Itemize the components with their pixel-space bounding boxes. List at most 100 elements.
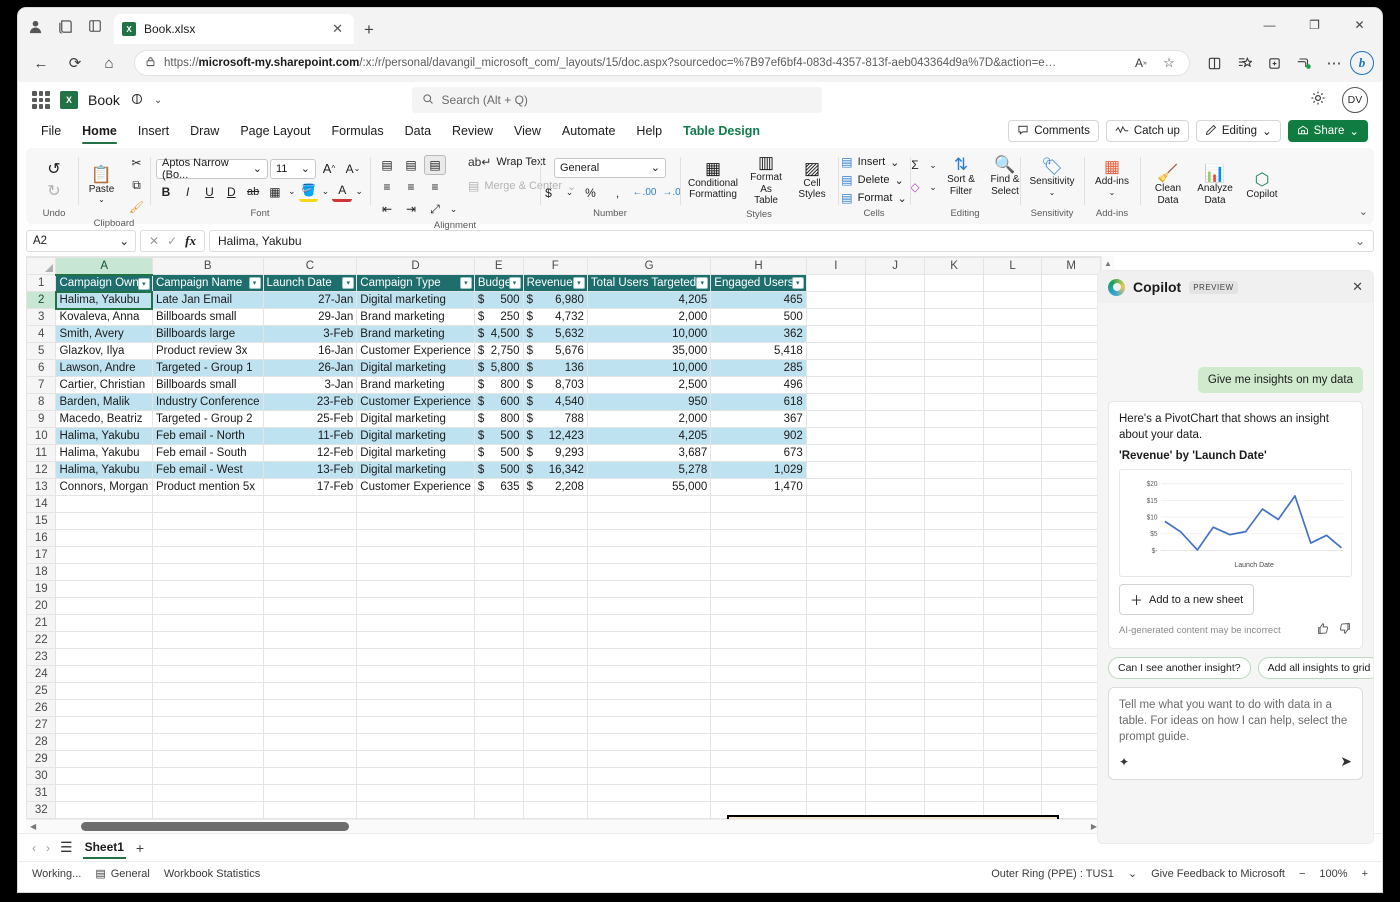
cell-blank[interactable] <box>263 513 357 530</box>
cell-blank[interactable] <box>806 598 865 615</box>
column-header-g[interactable]: G <box>587 258 710 275</box>
cell-date[interactable]: 3-Jan <box>263 377 357 394</box>
grid-viewport[interactable]: A B C D E F G H I J K L M 1 Camp <box>26 256 1101 819</box>
align-left-button[interactable]: ≡ <box>376 177 398 197</box>
cell-budget[interactable]: $250 <box>474 309 523 326</box>
cell-blank[interactable] <box>865 581 924 598</box>
cell-owner[interactable]: Macedo, Beatriz <box>56 411 152 428</box>
cell-targeted[interactable]: 2,000 <box>587 309 710 326</box>
cell-blank[interactable] <box>523 700 587 717</box>
row-header-32[interactable]: 32 <box>27 802 56 819</box>
cell-blank[interactable] <box>474 785 523 802</box>
tab-review[interactable]: Review <box>443 121 502 141</box>
cell-blank[interactable] <box>925 326 984 343</box>
cell-blank[interactable] <box>983 292 1041 309</box>
cell-blank[interactable] <box>1042 598 1101 615</box>
cell-blank[interactable] <box>56 751 152 768</box>
cell-engaged[interactable]: 618 <box>711 394 806 411</box>
cell-blank[interactable] <box>1042 547 1101 564</box>
th-launch-date[interactable]: Launch Date▾ <box>263 275 357 292</box>
cell-blank[interactable] <box>263 496 357 513</box>
profile-icon[interactable] <box>26 17 44 35</box>
cell-blank[interactable] <box>1042 394 1101 411</box>
th-total-users-targeted[interactable]: Total Users Targeted▾ <box>587 275 710 292</box>
cell-blank[interactable] <box>711 683 806 700</box>
cell-blank[interactable] <box>865 785 924 802</box>
cell-blank[interactable] <box>925 717 984 734</box>
cell-blank[interactable] <box>1042 411 1101 428</box>
cell-blank[interactable] <box>806 700 865 717</box>
row-header-31[interactable]: 31 <box>27 785 56 802</box>
cell-blank[interactable] <box>806 496 865 513</box>
cell-blank[interactable] <box>587 632 710 649</box>
cell-revenue[interactable]: $16,342 <box>523 462 587 479</box>
cell-blank[interactable] <box>1042 343 1101 360</box>
cell-blank[interactable] <box>806 751 865 768</box>
cell-blank[interactable] <box>806 581 865 598</box>
settings-gear-icon[interactable] <box>1310 90 1326 111</box>
align-top-button[interactable]: ▤ <box>376 155 398 175</box>
tab-formulas[interactable]: Formulas <box>323 121 393 141</box>
cell-blank[interactable] <box>806 411 865 428</box>
cell-blank[interactable] <box>711 496 806 513</box>
filter-icon[interactable]: ▾ <box>792 277 804 289</box>
underline-button[interactable]: U <box>200 182 220 202</box>
cell-blank[interactable] <box>523 581 587 598</box>
align-center-button[interactable]: ≡ <box>400 177 422 197</box>
cell-blank[interactable] <box>263 666 357 683</box>
pivotchart[interactable]: $20 $15 $10 $5 $- Launch Date <box>1119 469 1352 577</box>
cell-type[interactable]: Digital marketing <box>357 292 475 309</box>
cell-blank[interactable] <box>925 683 984 700</box>
cell-blank[interactable] <box>587 649 710 666</box>
cell-blank[interactable] <box>523 598 587 615</box>
cell-budget[interactable]: $4,500 <box>474 326 523 343</box>
favorite-star-icon[interactable]: ☆ <box>1159 50 1179 76</box>
cell-blank[interactable] <box>711 700 806 717</box>
chevron-down-icon[interactable]: ⌄ <box>320 182 330 202</box>
th-campaign-type[interactable]: Campaign Type▾ <box>357 275 475 292</box>
row-header-8[interactable]: 8 <box>27 394 56 411</box>
tab-help[interactable]: Help <box>627 121 671 141</box>
cell-blank[interactable] <box>474 700 523 717</box>
cell-targeted[interactable]: 3,687 <box>587 445 710 462</box>
cell-blank[interactable] <box>711 649 806 666</box>
cell-blank[interactable] <box>925 377 984 394</box>
cell-blank[interactable] <box>865 411 924 428</box>
cell-blank[interactable] <box>983 700 1041 717</box>
tab-page-layout[interactable]: Page Layout <box>231 121 319 141</box>
cell-blank[interactable] <box>806 717 865 734</box>
cell-date[interactable]: 13-Feb <box>263 462 357 479</box>
column-header-i[interactable]: I <box>806 258 865 275</box>
cell-blank[interactable] <box>56 632 152 649</box>
cell-blank[interactable] <box>865 394 924 411</box>
cell-date[interactable]: 16-Jan <box>263 343 357 360</box>
cell-blank[interactable] <box>865 768 924 785</box>
cell-blank[interactable] <box>925 649 984 666</box>
column-header-a[interactable]: A <box>56 258 152 275</box>
cell-blank[interactable] <box>357 513 475 530</box>
row-header-2[interactable]: 2 <box>27 292 56 309</box>
cell-blank[interactable] <box>806 360 865 377</box>
cell-blank[interactable] <box>806 394 865 411</box>
row-header-13[interactable]: 13 <box>27 479 56 496</box>
cell-styles-button[interactable]: ▨ Cell Styles <box>791 159 833 202</box>
format-painter-button[interactable]: 🖌 <box>126 197 148 217</box>
horizontal-scroll-thumb[interactable] <box>81 822 349 831</box>
cell-targeted[interactable]: 4,205 <box>587 292 710 309</box>
cell-blank[interactable] <box>357 666 475 683</box>
cell-name[interactable]: Feb email - North <box>152 428 263 445</box>
cell-blank[interactable] <box>357 564 475 581</box>
cell-type[interactable]: Customer Experience <box>357 394 475 411</box>
row-header-10[interactable]: 10 <box>27 428 56 445</box>
collections-icon[interactable] <box>1260 49 1288 77</box>
comma-format-button[interactable]: , <box>607 183 629 203</box>
filter-icon[interactable]: ▾ <box>342 277 354 289</box>
sheet-tab-sheet1[interactable]: Sheet1 <box>83 837 126 859</box>
document-name[interactable]: Book <box>88 92 120 108</box>
cell-name[interactable]: Feb email - West <box>152 462 263 479</box>
cell-blank[interactable] <box>865 530 924 547</box>
cell-blank[interactable] <box>152 547 263 564</box>
cell-blank[interactable] <box>587 666 710 683</box>
cell-blank[interactable] <box>865 632 924 649</box>
row-header-25[interactable]: 25 <box>27 683 56 700</box>
